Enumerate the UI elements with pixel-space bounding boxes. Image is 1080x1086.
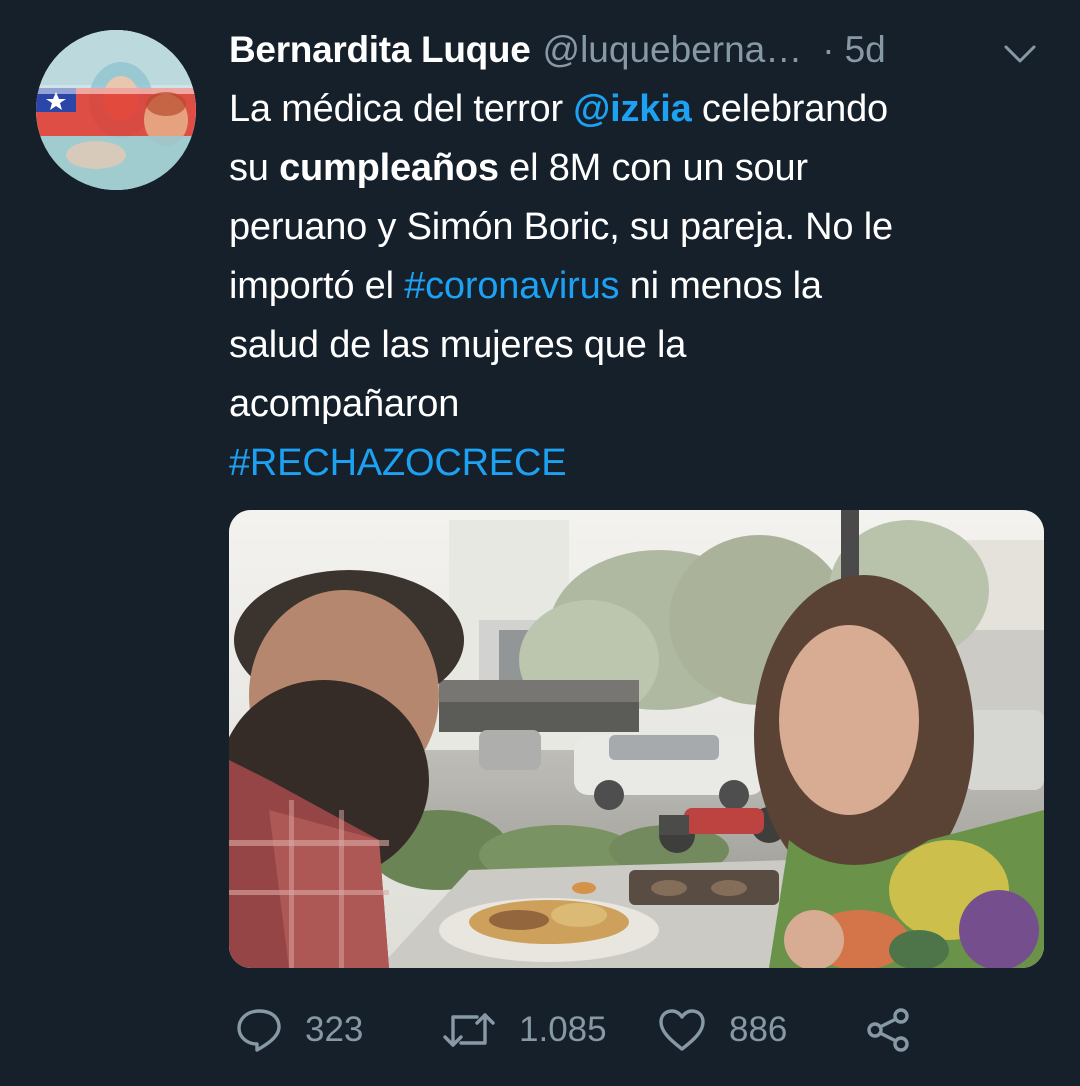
tweet-text-line: peruano y Simón Boric, su pareja. No le xyxy=(229,206,893,248)
reply-button[interactable]: 323 xyxy=(235,1000,363,1060)
text-segment: celebrando xyxy=(691,88,888,130)
bold-text: cumpleaños xyxy=(279,147,499,189)
tweet-text-line: importó el #coronavirus ni menos la xyxy=(229,257,1029,316)
retweet-button[interactable]: 1.085 xyxy=(441,1000,607,1060)
chevron-down-icon[interactable] xyxy=(1000,38,1040,68)
tweet-header: Bernardita Luque @luqueberna… · 5d xyxy=(229,28,1049,72)
avatar[interactable] xyxy=(36,30,196,190)
tweet-text-line: #RECHAZOCRECE xyxy=(229,434,1029,493)
text-segment: su xyxy=(229,147,280,189)
action-bar: 323 1.085 886 xyxy=(229,1000,1049,1060)
hashtag-link[interactable]: #coronavirus xyxy=(404,265,619,307)
like-button[interactable]: 886 xyxy=(657,1000,787,1060)
tweet-timestamp[interactable]: 5d xyxy=(845,29,886,71)
text-segment: ni menos la xyxy=(619,265,822,307)
reply-count: 323 xyxy=(305,1010,364,1049)
share-icon xyxy=(865,1006,913,1054)
retweet-icon xyxy=(441,1007,497,1053)
tweet-text-line: acompañaron xyxy=(229,383,460,425)
tweet-text-line: salud de las mujeres que la xyxy=(229,324,687,366)
text-segment: importó el xyxy=(229,265,405,307)
text-segment: La médica del terror xyxy=(229,88,574,130)
reply-icon xyxy=(235,1007,283,1053)
retweet-count: 1.085 xyxy=(519,1010,607,1049)
tweet[interactable]: Bernardita Luque @luqueberna… · 5d La mé… xyxy=(0,0,1080,1086)
author-name[interactable]: Bernardita Luque xyxy=(229,29,531,71)
tweet-photo[interactable] xyxy=(229,510,1044,968)
heart-icon xyxy=(657,1007,707,1053)
mention-link[interactable]: @izkia xyxy=(573,88,691,130)
text-segment: el 8M con un sour xyxy=(498,147,808,189)
tweet-text: La médica del terror @izkia celebrando s… xyxy=(229,80,1029,493)
hashtag-link[interactable]: #RECHAZOCRECE xyxy=(229,442,567,484)
like-count: 886 xyxy=(729,1010,788,1049)
tweet-text-line: La médica del terror @izkia celebrando xyxy=(229,80,1029,139)
author-handle[interactable]: @luqueberna… xyxy=(543,29,803,71)
tweet-text-line: su cumpleaños el 8M con un sour xyxy=(229,139,1029,198)
share-button[interactable] xyxy=(865,1000,913,1060)
separator-dot: · xyxy=(822,29,835,70)
